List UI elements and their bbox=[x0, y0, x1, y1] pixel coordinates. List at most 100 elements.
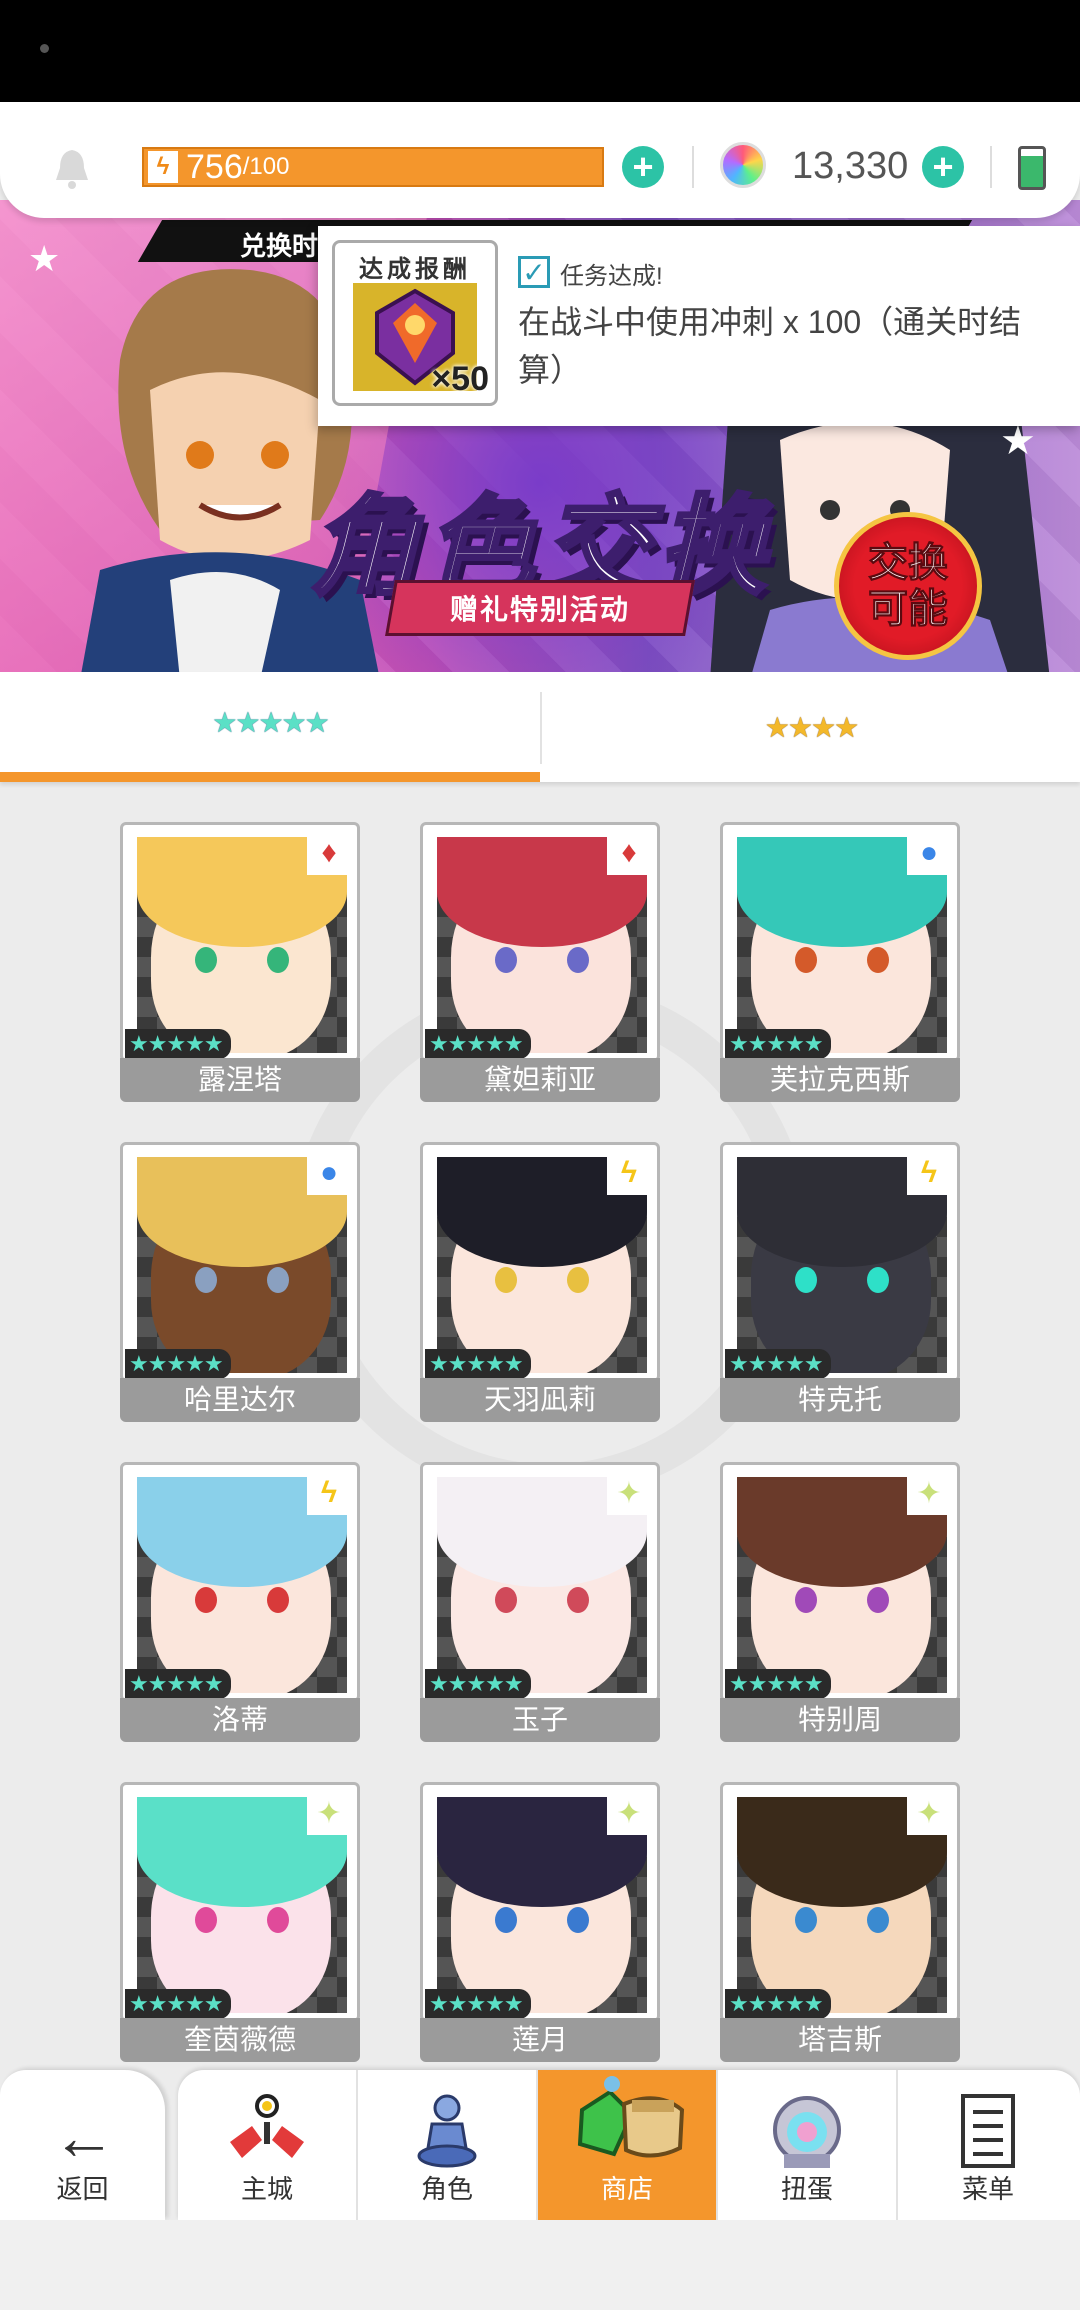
thunder-element-icon: ϟ bbox=[607, 1151, 651, 1195]
achievement-notification[interactable]: 达成报酬 ×50 ✓ 任务达成! 在战斗中使用冲刺 x 100（通关时结算） bbox=[318, 226, 1080, 426]
character-card[interactable]: ● ★★★★★ 芙拉克西斯 bbox=[720, 822, 960, 1102]
bottom-navigation: ← 返回 主城 角色 商店 扭蛋 菜单 bbox=[0, 2070, 1080, 2220]
gem-icon bbox=[720, 142, 766, 188]
portrait-eyes bbox=[195, 1267, 289, 1293]
stamina-bar: ϟ 756 /100 bbox=[142, 147, 604, 187]
gacha-label: 扭蛋 bbox=[780, 2174, 833, 2204]
character-card[interactable]: ✦ ★★★★★ 塔吉斯 bbox=[720, 1782, 960, 2062]
portrait-eyes bbox=[195, 1907, 289, 1933]
notification-dot bbox=[40, 44, 49, 53]
mission-description: 在战斗中使用冲刺 x 100（通关时结算） bbox=[518, 304, 1022, 388]
gem-count: 13,330 bbox=[792, 145, 909, 187]
character-name: 特别周 bbox=[720, 1698, 960, 1742]
portrait-frame: ♦ ★★★★★ bbox=[420, 822, 660, 1062]
character-card[interactable]: ϟ ★★★★★ 特克托 bbox=[720, 1142, 960, 1422]
nav-gacha[interactable]: 扭蛋 bbox=[718, 2070, 898, 2220]
badge-line-2: 可能 bbox=[868, 587, 949, 632]
four-star-label: ★★★★ bbox=[764, 711, 859, 743]
banner-ribbon: 赠礼特别活动 bbox=[385, 580, 695, 636]
character-card[interactable]: ✦ ★★★★★ 特别周 bbox=[720, 1462, 960, 1742]
bell-icon[interactable] bbox=[52, 146, 92, 190]
portrait-frame: ✦ ★★★★★ bbox=[720, 1782, 960, 2022]
town-label: 主城 bbox=[240, 2174, 293, 2204]
character-card[interactable]: ϟ ★★★★★ 天羽凪莉 bbox=[420, 1142, 660, 1422]
portrait-frame: ✦ ★★★★★ bbox=[420, 1782, 660, 2022]
add-gems-button[interactable]: + bbox=[922, 146, 964, 188]
portrait-eyes bbox=[795, 1267, 889, 1293]
rarity-stars: ★★★★★ bbox=[725, 1029, 831, 1059]
character-name: 特克托 bbox=[720, 1378, 960, 1422]
character-grid: ♦ ★★★★★ 露涅塔 ♦ ★★★★★ 黛妲莉亚 ● ★★★★★ 芙拉克西斯 ● ★★★★★ 哈里达尔… bbox=[0, 782, 1080, 2072]
rarity-stars: ★★★★★ bbox=[725, 1669, 831, 1699]
banner-ribbon-text: 赠礼特别活动 bbox=[449, 594, 630, 625]
badge-line-1: 交换 bbox=[868, 541, 949, 586]
light-element-icon: ✦ bbox=[907, 1791, 951, 1835]
character-card[interactable]: ♦ ★★★★★ 黛妲莉亚 bbox=[420, 822, 660, 1102]
five-star-label: ★★★★★ bbox=[212, 706, 330, 738]
water-element-icon: ● bbox=[907, 831, 951, 875]
status-bar bbox=[0, 0, 1080, 102]
add-stamina-button[interactable]: + bbox=[622, 146, 664, 188]
system-gesture-area bbox=[0, 2220, 1080, 2310]
character-name: 塔吉斯 bbox=[720, 2018, 960, 2062]
portrait-eyes bbox=[495, 947, 589, 973]
character-card[interactable]: ✦ ★★★★★ 玉子 bbox=[420, 1462, 660, 1742]
rarity-stars: ★★★★★ bbox=[725, 1349, 831, 1379]
town-icon bbox=[230, 2094, 304, 2158]
water-element-icon: ● bbox=[307, 1151, 351, 1195]
nav-character[interactable]: 角色 bbox=[358, 2070, 538, 2220]
fire-element-icon: ♦ bbox=[607, 831, 651, 875]
portrait-eyes bbox=[195, 947, 289, 973]
portrait-eyes bbox=[495, 1267, 589, 1293]
fire-element-icon: ♦ bbox=[307, 831, 351, 875]
gacha-icon bbox=[773, 2096, 841, 2168]
portrait-frame: ϟ ★★★★★ bbox=[120, 1462, 360, 1702]
character-card[interactable]: ✦ ★★★★★ 奎茵薇德 bbox=[120, 1782, 360, 2062]
character-card[interactable]: ϟ ★★★★★ 洛蒂 bbox=[120, 1462, 360, 1742]
menu-label: 菜单 bbox=[961, 2174, 1014, 2204]
nav-strip: 主城 角色 商店 扭蛋 菜单 bbox=[178, 2070, 1080, 2220]
rarity-stars: ★★★★★ bbox=[125, 1989, 231, 2019]
rarity-stars: ★★★★★ bbox=[725, 1989, 831, 2019]
tab-four-star[interactable]: ★★★★ bbox=[542, 672, 1080, 782]
resource-bar: ϟ 756 /100 + + bbox=[0, 102, 1080, 218]
back-button[interactable]: ← 返回 bbox=[0, 2070, 165, 2220]
nav-shop[interactable]: 商店 bbox=[538, 2070, 718, 2220]
arrow-left-icon: ← bbox=[52, 2101, 116, 2173]
portrait-frame: ♦ ★★★★★ bbox=[120, 822, 360, 1062]
portrait-eyes bbox=[795, 1587, 889, 1613]
menu-icon bbox=[961, 2094, 1015, 2168]
portrait-eyes bbox=[195, 1587, 289, 1613]
back-label: 返回 bbox=[56, 2174, 109, 2204]
reward-count: ×50 bbox=[431, 360, 489, 398]
divider bbox=[990, 146, 992, 188]
rarity-stars: ★★★★★ bbox=[425, 1349, 531, 1379]
rarity-stars: ★★★★★ bbox=[125, 1029, 231, 1059]
tab-five-star[interactable]: ★★★★★ bbox=[0, 672, 540, 782]
character-card[interactable]: ♦ ★★★★★ 露涅塔 bbox=[120, 822, 360, 1102]
rarity-stars: ★★★★★ bbox=[125, 1669, 231, 1699]
divider bbox=[692, 146, 694, 188]
shop-icon bbox=[577, 2076, 685, 2158]
portrait-eyes bbox=[795, 947, 889, 973]
mission-status: 任务达成! bbox=[560, 263, 663, 290]
nav-menu[interactable]: 菜单 bbox=[898, 2070, 1078, 2220]
portrait-frame: ✦ ★★★★★ bbox=[420, 1462, 660, 1702]
portrait-frame: ● ★★★★★ bbox=[720, 822, 960, 1062]
character-name: 哈里达尔 bbox=[120, 1378, 360, 1422]
portrait-frame: ϟ ★★★★★ bbox=[420, 1142, 660, 1382]
character-card[interactable]: ● ★★★★★ 哈里达尔 bbox=[120, 1142, 360, 1422]
sparkle-icon: ★ bbox=[28, 238, 61, 279]
character-name: 玉子 bbox=[420, 1698, 660, 1742]
shop-label: 商店 bbox=[600, 2174, 653, 2204]
light-element-icon: ✦ bbox=[307, 1791, 351, 1835]
portrait-eyes bbox=[495, 1907, 589, 1933]
character-card[interactable]: ✦ ★★★★★ 莲月 bbox=[420, 1782, 660, 2062]
rarity-stars: ★★★★★ bbox=[425, 1989, 531, 2019]
checkbox-icon: ✓ bbox=[518, 256, 550, 288]
character-name: 露涅塔 bbox=[120, 1058, 360, 1102]
character-label: 角色 bbox=[420, 2174, 473, 2204]
stamina-value: 756 bbox=[186, 147, 243, 186]
nav-town[interactable]: 主城 bbox=[178, 2070, 358, 2220]
rarity-stars: ★★★★★ bbox=[425, 1669, 531, 1699]
